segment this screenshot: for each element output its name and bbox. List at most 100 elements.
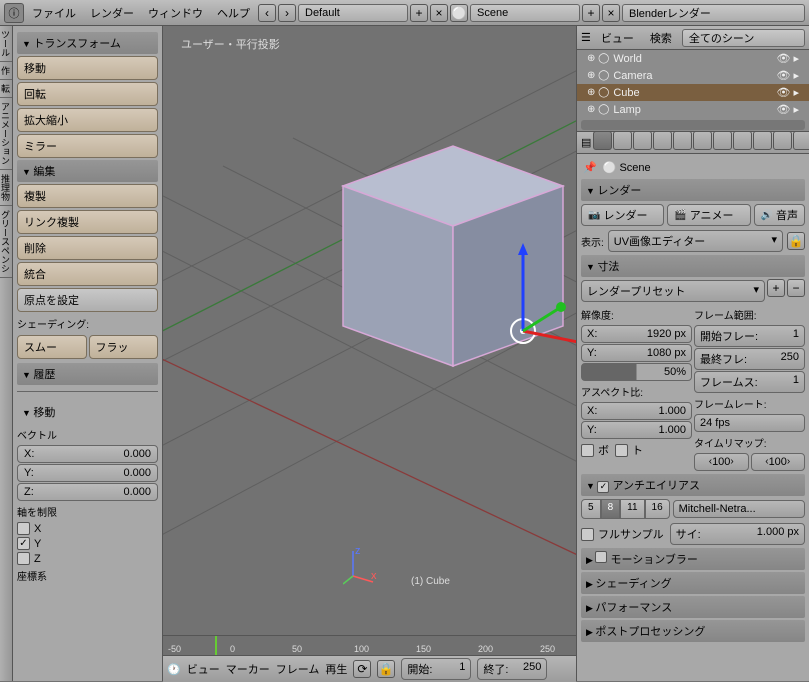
animation-button[interactable]: 🎬 アニメー	[667, 204, 750, 226]
framerate-field[interactable]: 24 fps	[694, 414, 805, 432]
panel-edit[interactable]: 編集	[17, 160, 158, 182]
aspect-y-field[interactable]: Y:1.000	[581, 421, 692, 439]
outliner-scrollbar[interactable]	[581, 120, 805, 130]
tl-frame[interactable]: フレーム	[276, 661, 320, 677]
constraint-x[interactable]: X	[17, 521, 158, 536]
tab-data[interactable]	[733, 132, 752, 150]
outliner-item-camera[interactable]: ⊕ ◯ Camera👁 ▸	[577, 67, 809, 84]
panel-render[interactable]: レンダー	[581, 179, 805, 201]
tab-modifiers[interactable]	[713, 132, 732, 150]
border-check[interactable]: ボ	[581, 441, 609, 459]
tab-render-layers[interactable]	[613, 132, 632, 150]
panel-antialias[interactable]: ✓ アンチエイリアス	[581, 474, 805, 496]
crop-check[interactable]: ト	[615, 441, 643, 459]
lock-icon[interactable]: 🔒	[787, 232, 805, 250]
shade-smooth-button[interactable]: スムー	[17, 335, 87, 359]
render-engine-field[interactable]: Blenderレンダー	[622, 4, 805, 22]
tab-constraints[interactable]	[693, 132, 712, 150]
pin-icon[interactable]: 📌	[583, 161, 597, 174]
screen-layout-field[interactable]: Default	[298, 4, 408, 22]
panel-performance[interactable]: パフォーマンス	[581, 596, 805, 618]
outliner-item-lamp[interactable]: ⊕ ◯ Lamp👁 ▸	[577, 101, 809, 118]
aa-filter-field[interactable]: Mitchell-Netra...	[673, 500, 805, 518]
panel-history[interactable]: 履歴	[17, 363, 158, 385]
sync-icon[interactable]: ⟳	[353, 660, 371, 678]
panel-motion-blur[interactable]: モーションブラー	[581, 548, 805, 570]
translate-button[interactable]: 移動	[17, 56, 158, 80]
join-button[interactable]: 統合	[17, 262, 158, 286]
remap-new-field[interactable]: ‹100›	[751, 453, 806, 471]
editor-type-icon[interactable]: ⓘ	[4, 3, 24, 23]
aa-sample-8[interactable]: 8	[601, 499, 621, 519]
tab-render[interactable]	[593, 132, 612, 150]
outliner-icon[interactable]: ☰	[581, 31, 591, 44]
fullsample-check[interactable]: フルサンプル	[581, 525, 664, 543]
3d-viewport[interactable]: ユーザー・平行投影 z x	[163, 26, 576, 681]
frame-end-field[interactable]: 最終フレ:250	[694, 348, 805, 370]
menu-help[interactable]: ヘルプ	[211, 2, 256, 24]
duplicate-button[interactable]: 複製	[17, 184, 158, 208]
scale-button[interactable]: 拡大縮小	[17, 108, 158, 132]
menu-window[interactable]: ウィンドウ	[142, 2, 209, 24]
outliner-item-cube[interactable]: ⊕ ◯ Cube👁 ▸	[577, 84, 809, 101]
tl-playback[interactable]: 再生	[325, 661, 347, 677]
preset-add-icon[interactable]: +	[767, 279, 785, 297]
layout-add-icon[interactable]: +	[410, 4, 428, 22]
aa-samples-segment[interactable]: 581116	[581, 499, 670, 519]
outliner-search[interactable]: 検索	[644, 27, 678, 49]
scene-field[interactable]: Scene	[470, 4, 580, 22]
audio-button[interactable]: 🔊 音声	[754, 204, 805, 226]
remap-old-field[interactable]: ‹100›	[694, 453, 749, 471]
tab-scene[interactable]	[633, 132, 652, 150]
rotate-button[interactable]: 回転	[17, 82, 158, 106]
tl-start-field[interactable]: 開始:1	[401, 658, 471, 680]
lock-range-icon[interactable]: 🔒	[377, 660, 395, 678]
render-preset-field[interactable]: レンダープリセット▾	[581, 280, 765, 302]
tab-gpencil[interactable]: グリースペンシ	[0, 206, 12, 278]
display-mode-field[interactable]: UV画像エディター▾	[608, 230, 783, 252]
frame-step-field[interactable]: フレームス:1	[694, 371, 805, 393]
layout-del-icon[interactable]: ×	[430, 4, 448, 22]
menu-render[interactable]: レンダー	[84, 2, 140, 24]
res-pct-field[interactable]: 50%	[581, 363, 692, 381]
scene-breadcrumb[interactable]: ⚪ Scene	[603, 161, 651, 174]
scene-del-icon[interactable]: ×	[602, 4, 620, 22]
tab-world[interactable]	[653, 132, 672, 150]
aa-sample-11[interactable]: 11	[620, 499, 644, 519]
timeline-ruler[interactable]: -50050100150200250	[163, 636, 576, 656]
panel-shading[interactable]: シェーディング	[581, 572, 805, 594]
constraint-z[interactable]: Z	[17, 551, 158, 566]
tab-create[interactable]: 作	[0, 62, 12, 80]
delete-button[interactable]: 削除	[17, 236, 158, 260]
panel-postprocess[interactable]: ポストプロセッシング	[581, 620, 805, 642]
res-y-field[interactable]: Y:1080 px	[581, 344, 692, 362]
tab-tools[interactable]: ツール	[0, 26, 12, 62]
fwd-icon[interactable]: ›	[278, 4, 296, 22]
manipulator[interactable]	[473, 231, 576, 371]
tab-relations[interactable]: 転	[0, 80, 12, 98]
vec-y-field[interactable]: Y:0.000	[17, 464, 158, 482]
tab-object[interactable]	[673, 132, 692, 150]
tab-animation[interactable]: アニメーション	[0, 98, 12, 170]
panel-dimensions[interactable]: 寸法	[581, 255, 805, 277]
back-icon[interactable]: ‹	[258, 4, 276, 22]
outliner-filter[interactable]: 全てのシーン	[682, 29, 805, 47]
panel-transform[interactable]: トランスフォーム	[17, 32, 158, 54]
aa-size-field[interactable]: サイ:1.000 px	[670, 523, 805, 545]
scene-add-icon[interactable]: +	[582, 4, 600, 22]
vec-x-field[interactable]: X:0.000	[17, 445, 158, 463]
scene-icon[interactable]: ⚪	[450, 4, 468, 22]
outliner-view[interactable]: ビュー	[595, 27, 640, 49]
tab-physics[interactable]: 推理物	[0, 170, 12, 206]
constraint-y[interactable]: ✓Y	[17, 536, 158, 551]
vec-z-field[interactable]: Z:0.000	[17, 483, 158, 501]
aa-sample-16[interactable]: 16	[645, 499, 670, 519]
tl-marker[interactable]: マーカー	[226, 661, 270, 677]
frame-start-field[interactable]: 開始フレー:1	[694, 325, 805, 347]
props-editor-icon[interactable]: ▤	[581, 136, 591, 149]
mirror-button[interactable]: ミラー	[17, 134, 158, 158]
render-button[interactable]: 📷 レンダー	[581, 204, 664, 226]
aspect-x-field[interactable]: X:1.000	[581, 402, 692, 420]
set-origin-button[interactable]: 原点を設定	[17, 288, 158, 312]
tl-view[interactable]: ビュー	[187, 661, 220, 677]
